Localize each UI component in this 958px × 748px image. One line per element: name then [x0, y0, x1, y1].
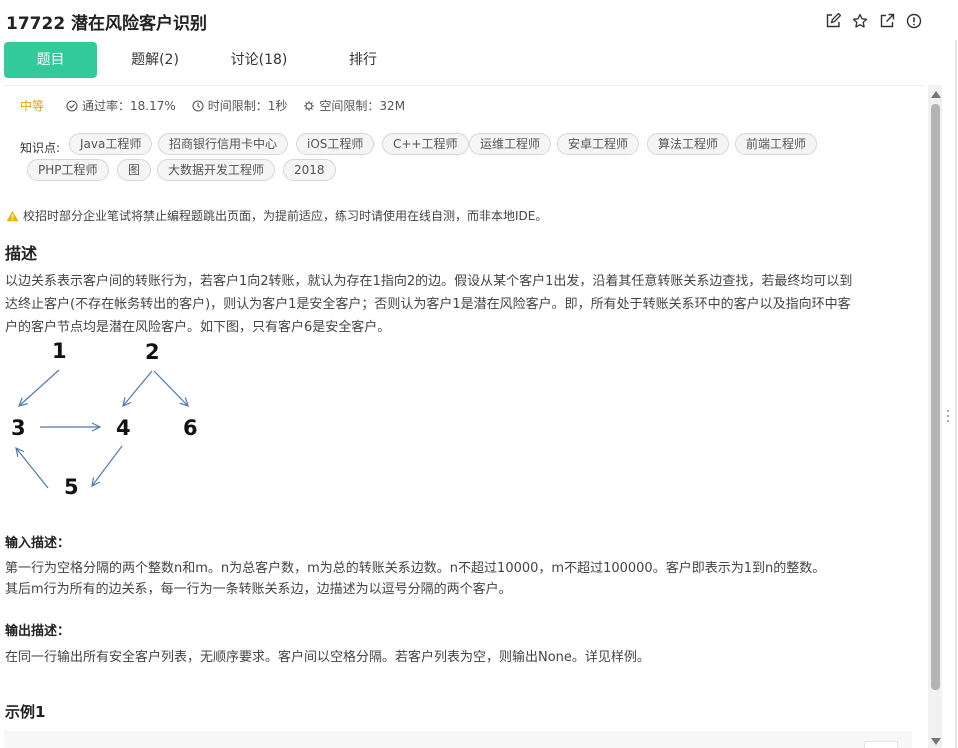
pass-rate: 通过率：18.17% [66, 97, 176, 114]
tag-frontend[interactable]: 前端工程师 [735, 133, 818, 155]
knowledge-label: 知识点: [20, 141, 61, 155]
edit-icon[interactable] [825, 12, 842, 30]
scrollbar-thumb[interactable] [931, 104, 940, 690]
tag-android[interactable]: 安卓工程师 [557, 133, 640, 155]
description-line-2: 达终止客户(不存在帐务转出的客户)，则认为客户1是安全客户；否则认为客户1是潜在… [5, 297, 851, 312]
example-box [4, 731, 912, 748]
transfer-graph: 1 2 3 4 6 5 [11, 339, 198, 499]
notice-text: 校招时部分企业笔试将禁止编程题跳出页面，为提前适应，练习时请使用在线自测，而非本… [23, 209, 548, 223]
graph-node-3: 3 [11, 416, 26, 440]
example-title: 示例1 [5, 703, 46, 721]
tag-ios[interactable]: iOS工程师 [296, 133, 375, 155]
problem-title: 17722 潜在风险客户识别 [6, 14, 208, 34]
input-line-1: 第一行为空格分隔的两个整数n和m。n为总客户数，m为总的转账关系边数。n不超过1… [5, 561, 826, 576]
problem-header: 17722 潜在风险客户识别 [0, 0, 943, 42]
tag-graph[interactable]: 图 [117, 159, 152, 181]
copy-button[interactable] [864, 741, 898, 748]
time-limit: 时间限制：1秒 [192, 97, 288, 114]
check-circle-icon [66, 99, 78, 112]
description-line-1: 以边关系表示客户间的转账行为，若客户1向2转账，就认为存在1指向2的边。假设从某… [5, 274, 853, 289]
input-line-2: 其后m行为所有的边关系，每一行为一条转账关系边，边描述为以逗号分隔的两个客户。 [5, 582, 512, 597]
star-icon[interactable] [852, 13, 869, 30]
edge-2-6 [153, 370, 188, 406]
memory-icon [304, 100, 315, 111]
input-title: 输入描述： [5, 536, 71, 551]
edge-1-3 [19, 369, 60, 406]
warning-icon [6, 210, 19, 221]
problem-tabs: 题目 题解(2) 讨论(18) 排行 [4, 42, 924, 86]
tag-algorithm[interactable]: 算法工程师 [647, 133, 730, 155]
graph-node-4: 4 [116, 416, 131, 440]
tag-cmb[interactable]: 招商银行信用卡中心 [158, 133, 289, 155]
time-limit-text: 时间限制：1秒 [207, 99, 288, 113]
scroll-down-arrow[interactable] [931, 738, 941, 745]
problem-meta: 中等 通过率：18.17% 时间限制：1秒 空间限制：32M [20, 97, 421, 114]
edge-2-4 [123, 370, 153, 406]
tag-bigdata[interactable]: 大数据开发工程师 [157, 159, 276, 181]
edge-4-5 [92, 445, 123, 486]
description-title: 描述 [5, 244, 38, 263]
clock-icon [192, 99, 204, 112]
tag-java[interactable]: Java工程师 [69, 133, 153, 155]
report-icon[interactable] [906, 13, 923, 30]
space-limit-text: 空间限制：32M [319, 99, 406, 113]
difficulty-badge: 中等 [20, 99, 45, 113]
graph-node-2: 2 [145, 340, 160, 364]
tab-solutions[interactable]: 题解(2) [115, 42, 195, 78]
tag-2018[interactable]: 2018 [283, 159, 336, 181]
output-line-1: 在同一行输出所有安全客户列表，无顺序要求。客户间以空格分隔。若客户列表为空，则输… [5, 650, 650, 665]
pass-rate-text: 通过率：18.17% [82, 99, 176, 113]
graph-node-5: 5 [64, 475, 79, 499]
tab-ranking[interactable]: 排行 [323, 42, 403, 78]
scroll-up-arrow[interactable] [931, 91, 941, 98]
tag-cpp[interactable]: C++工程师 [382, 133, 469, 155]
share-icon[interactable] [879, 13, 896, 30]
graph-node-1: 1 [52, 339, 67, 363]
graph-node-6: 6 [183, 416, 198, 440]
tag-ops[interactable]: 运维工程师 [469, 133, 552, 155]
panel-divider-line [955, 40, 957, 748]
tabs-divider [4, 85, 924, 86]
space-limit: 空间限制：32M [303, 97, 405, 114]
header-actions [825, 12, 923, 30]
tag-php[interactable]: PHP工程师 [27, 159, 109, 181]
output-title: 输出描述： [5, 624, 71, 639]
tab-discussion[interactable]: 讨论(18) [219, 42, 299, 78]
tab-problem[interactable]: 题目 [4, 42, 97, 78]
edge-5-3 [16, 448, 49, 489]
resize-handle[interactable] [946, 410, 950, 426]
ide-notice: 校招时部分企业笔试将禁止编程题跳出页面，为提前适应，练习时请使用在线自测，而非本… [6, 207, 547, 224]
